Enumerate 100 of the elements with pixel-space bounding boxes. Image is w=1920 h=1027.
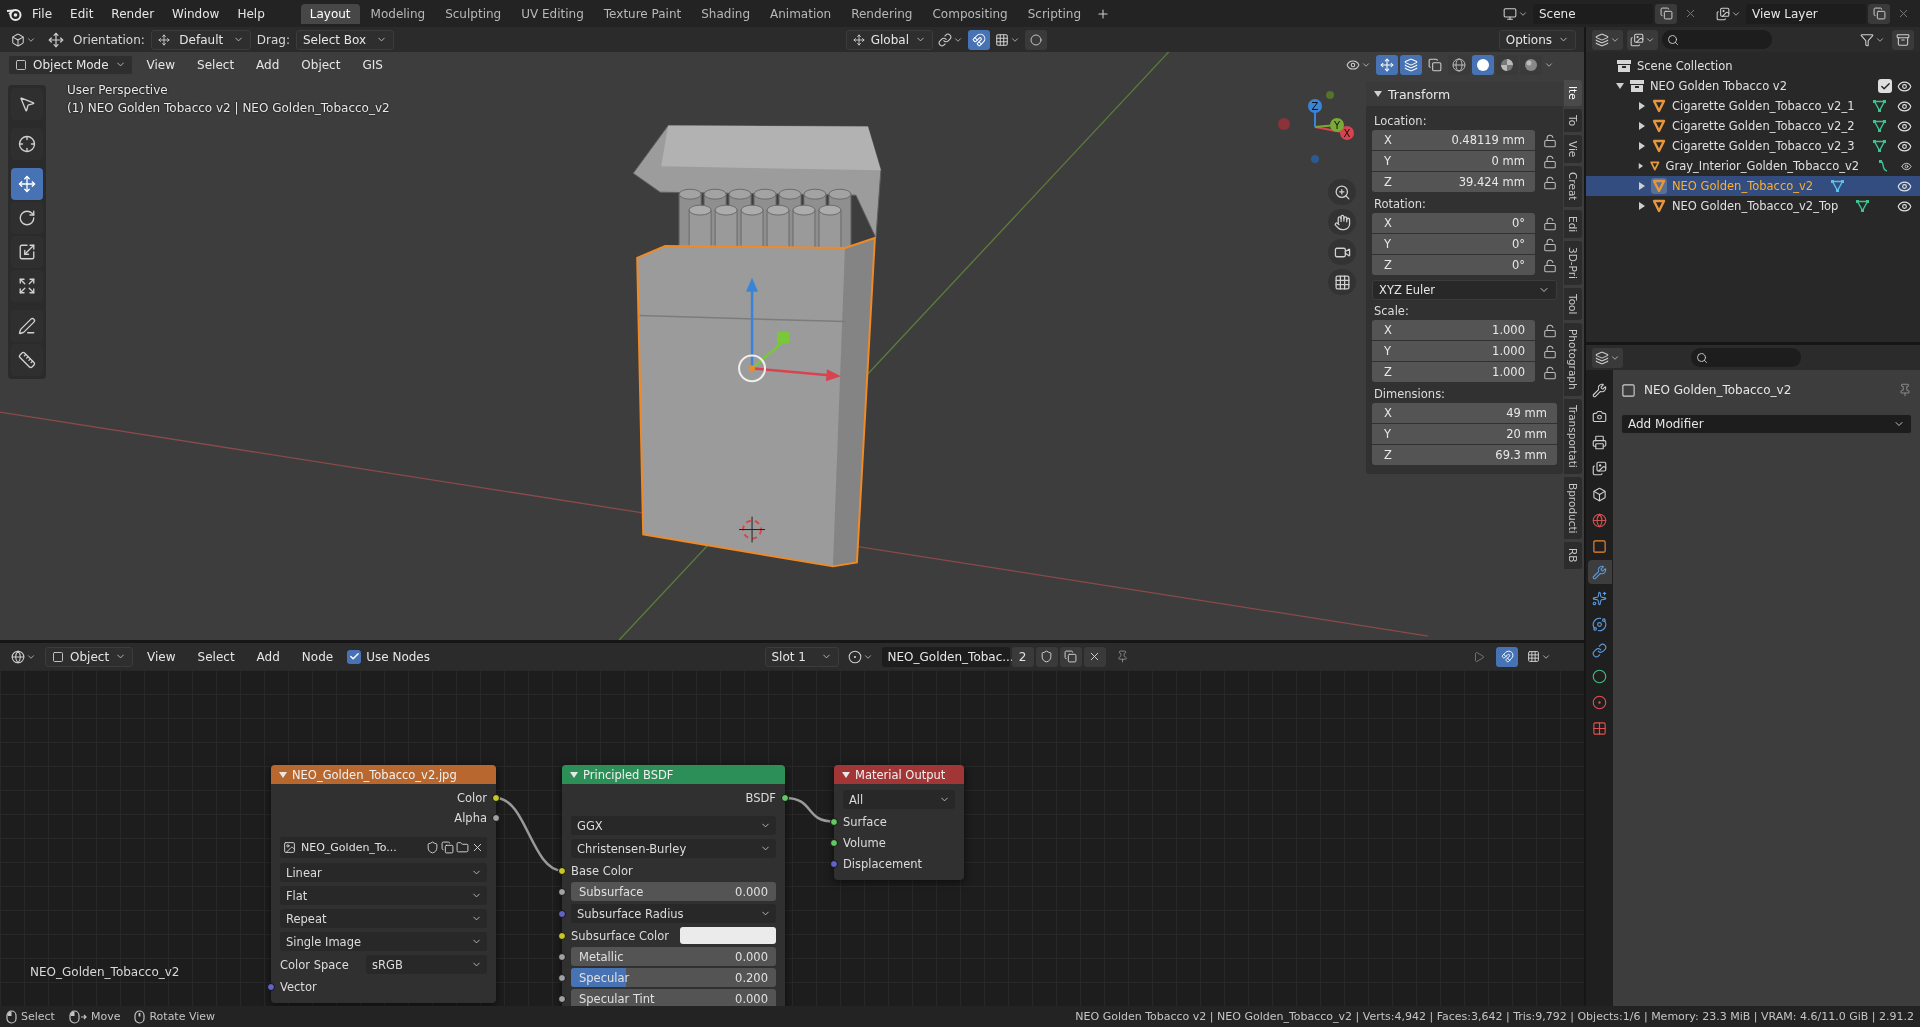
drag-dropdown[interactable]: Select Box (296, 29, 394, 50)
options-dropdown[interactable]: Options (1498, 29, 1576, 50)
workspace-tab[interactable]: UV Editing (512, 3, 593, 24)
menu-item[interactable]: Render (103, 3, 163, 24)
menu-item[interactable]: File (24, 3, 61, 24)
workspace-tab[interactable]: Modeling (361, 3, 435, 24)
number-field[interactable]: Y 20 mm (1372, 424, 1557, 444)
sidebar-tab[interactable]: Edi (1564, 209, 1582, 238)
sidebar-tab[interactable]: 3D-Pri (1564, 240, 1582, 285)
number-field[interactable]: Y 0° (1372, 234, 1535, 254)
number-field[interactable]: X 0° (1372, 213, 1535, 233)
sidebar-tab[interactable]: Creat (1564, 166, 1582, 207)
axis-handle[interactable]: Y (1314, 118, 1344, 132)
sidebar-tab[interactable]: Vie (1564, 134, 1582, 164)
outliner-item[interactable]: NEO Golden Tobacco v2 (1650, 79, 1787, 93)
menu-item[interactable]: Select (189, 54, 243, 75)
node-dropdown[interactable]: Linear (280, 863, 487, 882)
object-name: NEO Golden_Tobacco_v2 (1644, 383, 1793, 397)
node-dropdown[interactable]: All (843, 790, 955, 809)
menu-item[interactable]: Window (164, 3, 228, 24)
rotation-mode-dropdown[interactable]: XYZ Euler (1372, 280, 1557, 300)
workspace-tab[interactable]: Rendering (842, 3, 922, 24)
socket-label: Color (456, 791, 487, 805)
outliner-item[interactable]: Cigarette Golden_Tobacco_v2_2 (1672, 119, 1855, 133)
node-dropdown[interactable]: sRGB (366, 955, 487, 974)
number-field[interactable]: Z 1.000 (1372, 362, 1535, 382)
menu-item[interactable]: Node (293, 646, 342, 667)
viewport-info-text: User Perspective (67, 83, 169, 97)
workspace-tab[interactable]: Compositing (923, 3, 1017, 24)
workspace-tab[interactable]: Scripting (1018, 3, 1091, 24)
node-title: NEO_Golden_Tobacco_v2.jpg (292, 767, 457, 782)
panel-title: Transform (1388, 86, 1451, 102)
number-field[interactable]: X 1.000 (1372, 320, 1535, 340)
workspace-tab[interactable]: Sculpting (436, 3, 511, 24)
status-hint: Move (68, 1009, 121, 1024)
node-dropdown[interactable]: Repeat (280, 909, 487, 928)
outliner-item[interactable]: NEO Golden_Tobacco_v2_Top (1672, 199, 1839, 213)
node-dropdown[interactable]: Flat (280, 886, 487, 905)
menu-item[interactable]: View (138, 54, 184, 75)
view-layer-field[interactable]: View Layer (1746, 3, 1866, 24)
sidebar-tab[interactable]: Photograph (1564, 323, 1582, 396)
orientation-label: Orientation: (73, 32, 145, 47)
node-dropdown[interactable]: Subsurface Radius (571, 904, 776, 923)
menu-item[interactable]: Help (229, 3, 273, 24)
sidebar-tab[interactable]: To (1564, 108, 1582, 132)
slot-dropdown[interactable]: Slot 1 (764, 646, 839, 667)
workspace-tab[interactable]: Texture Paint (594, 3, 691, 24)
mode-dropdown[interactable]: Object Mode (8, 54, 133, 75)
sidebar-tab[interactable]: Bproducti (1564, 476, 1582, 540)
number-field[interactable]: Z 39.424 mm (1372, 172, 1535, 192)
add-modifier-dropdown[interactable]: Add Modifier (1621, 414, 1912, 434)
outliner-item[interactable]: Cigarette Golden_Tobacco_v2_3 (1672, 139, 1855, 153)
number-field[interactable]: Y 0 mm (1372, 151, 1535, 171)
sidebar-tab[interactable]: Ite (1564, 80, 1582, 106)
outliner-item[interactable]: Scene Collection (1637, 59, 1733, 73)
number-field[interactable]: Z 0° (1372, 255, 1535, 275)
user-count-button[interactable]: 2 (1011, 646, 1034, 667)
transform-orientation-dropdown[interactable]: Global (845, 29, 933, 50)
menu-item[interactable]: Add (248, 646, 288, 667)
value-slider[interactable]: Metallic 0.000 (571, 947, 776, 966)
use-nodes-checkbox[interactable]: Use Nodes (347, 649, 430, 664)
number-field[interactable]: X 49 mm (1372, 403, 1557, 423)
selected-row[interactable]: NEO Golden_Tobacco_v2 (1586, 176, 1920, 196)
menu-item[interactable]: Select (189, 646, 243, 667)
node-dropdown[interactable]: Single Image (280, 932, 487, 951)
value-slider[interactable]: Subsurface 0.000 (571, 882, 776, 901)
outliner-item[interactable]: Gray_Interior_Golden_Tobacco_v2 (1665, 159, 1860, 173)
scene-field[interactable]: Scene (1533, 3, 1653, 24)
sidebar-tab[interactable]: Transportati (1564, 398, 1582, 474)
material-name-field[interactable]: NEO_Golden_Tobac... (881, 646, 1010, 667)
panel-header[interactable]: Transform (1366, 82, 1563, 106)
node-dropdown[interactable]: Christensen-Burley (571, 839, 776, 858)
number-field[interactable]: X 0.48119 mm (1372, 130, 1535, 150)
axis-handle[interactable]: Z (1308, 99, 1322, 128)
number-field[interactable]: Y 1.000 (1372, 341, 1535, 361)
node-title: Material Output (855, 767, 946, 782)
orientation-dropdown[interactable]: Default (150, 29, 251, 50)
menu-item[interactable]: Edit (62, 3, 102, 24)
image-selector[interactable]: NEO_Golden_To... (280, 837, 487, 858)
sidebar-tab[interactable]: Tool (1564, 287, 1582, 321)
outliner-item[interactable]: Cigarette Golden_Tobacco_v2_1 (1672, 99, 1855, 113)
menu-item[interactable]: View (139, 646, 184, 667)
workspace-tab[interactable]: Shading (692, 3, 759, 24)
viewport-info-text: (1) NEO Golden Tobacco v2 | NEO Golden_Tobacco_v2 (67, 101, 390, 115)
outliner-item[interactable]: NEO Golden_Tobacco_v2 (1672, 179, 1814, 193)
workspace-tab[interactable]: Animation (761, 3, 841, 24)
drag-label: Drag: (256, 32, 290, 47)
node-dropdown[interactable]: GGX (571, 816, 776, 835)
menu-item[interactable]: GIS (354, 54, 391, 75)
sidebar-tab[interactable]: RB (1564, 542, 1582, 569)
number-field[interactable]: Z 69.3 mm (1372, 445, 1557, 465)
node-title: Principled BSDF (583, 767, 674, 782)
shader-type-dropdown[interactable]: Object (45, 646, 134, 667)
value-slider[interactable]: Specular Tint 0.000 (571, 989, 776, 1006)
status-hint: Rotate View (134, 1009, 216, 1024)
menu-item[interactable]: Add (248, 54, 288, 75)
workspace-tab[interactable]: Layout (300, 3, 360, 24)
menu-item[interactable]: Object (293, 54, 349, 75)
material-name-label: NEO_Golden_Tobacco_v2 (30, 965, 180, 979)
socket-label: Subsurface Color (571, 928, 670, 943)
